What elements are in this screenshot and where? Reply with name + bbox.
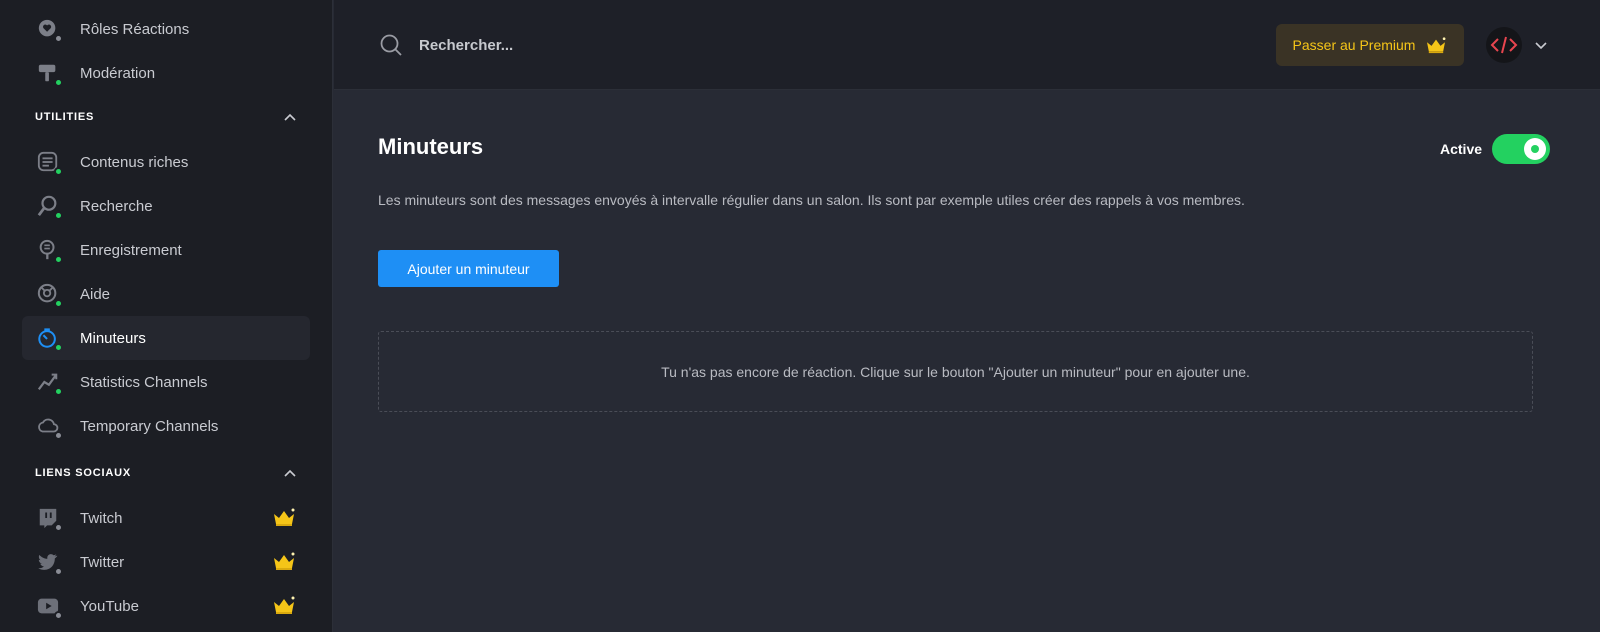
code-icon	[1490, 36, 1518, 54]
sidebar-item-temporary-channels[interactable]: Temporary Channels	[22, 404, 310, 448]
page-description: Les minuteurs sont des messages envoyés …	[378, 192, 1245, 208]
sidebar-item-label: Aide	[80, 285, 111, 303]
empty-state: Tu n'as pas encore de réaction. Clique s…	[378, 331, 1533, 412]
twitter-icon	[36, 550, 63, 576]
section-title: UTILITIES	[35, 111, 95, 123]
sidebar-item-label: Modération	[80, 64, 156, 82]
embed-icon	[36, 150, 63, 176]
sidebar-item-label: Temporary Channels	[80, 417, 219, 435]
chevron-up-icon[interactable]	[283, 110, 297, 124]
twitch-icon	[36, 506, 63, 532]
sidebar-item-statistics-channels[interactable]: Statistics Channels	[22, 360, 310, 404]
hammer-icon	[36, 61, 63, 87]
topbar: Passer au Premium	[334, 0, 1600, 90]
sidebar-item-twitter[interactable]: Twitter	[22, 540, 310, 584]
sidebar-item-enregistrement[interactable]: Enregistrement	[22, 228, 310, 272]
premium-crown-icon	[274, 552, 295, 570]
role-reaction-icon	[36, 17, 63, 43]
empty-state-message: Tu n'as pas encore de réaction. Clique s…	[661, 363, 1250, 380]
premium-crown-icon	[274, 596, 295, 614]
search-input[interactable]	[419, 30, 819, 60]
search-icon	[36, 194, 63, 220]
sidebar-item-contenus-riches[interactable]: Contenus riches	[22, 140, 310, 184]
stats-icon	[36, 370, 63, 396]
sidebar-item-youtube[interactable]: YouTube	[22, 584, 310, 628]
sidebar-item-label: Recherche	[80, 197, 153, 215]
help-icon	[36, 282, 63, 308]
sidebar: Rôles Réactions Modération UTILITIES Con…	[0, 0, 333, 632]
sidebar-item-label: Minuteurs	[80, 329, 146, 347]
sidebar-item-label: Twitch	[80, 509, 123, 527]
sidebar-item-minuteurs[interactable]: Minuteurs	[22, 316, 310, 360]
sidebar-item-recherche[interactable]: Recherche	[22, 184, 310, 228]
toggle-knob	[1524, 138, 1547, 160]
sidebar-item-aide[interactable]: Aide	[22, 272, 310, 316]
user-menu[interactable]	[1486, 24, 1566, 66]
timer-icon	[36, 326, 63, 352]
active-toggle[interactable]	[1492, 134, 1551, 164]
search-icon[interactable]	[379, 33, 403, 57]
sidebar-item-label: Enregistrement	[80, 241, 182, 259]
youtube-icon	[36, 594, 63, 620]
premium-crown-icon	[274, 508, 295, 526]
cloud-icon	[36, 414, 63, 440]
premium-label: Passer au Premium	[1292, 37, 1416, 53]
toggle-label: Active	[1440, 141, 1483, 157]
section-utilities: UTILITIES	[35, 107, 297, 127]
section-title: LIENS SOCIAUX	[35, 467, 131, 479]
sidebar-item-moderation[interactable]: Modération	[22, 51, 310, 95]
active-toggle-group: Active	[1440, 134, 1551, 164]
sidebar-item-label: Rôles Réactions	[80, 20, 190, 38]
record-icon	[36, 238, 63, 264]
chevron-down-icon[interactable]	[1534, 38, 1548, 52]
sidebar-item-label: Statistics Channels	[80, 373, 208, 391]
sidebar-item-twitch[interactable]: Twitch	[22, 496, 310, 540]
crown-icon	[1427, 37, 1446, 54]
section-liens-sociaux: LIENS SOCIAUX	[35, 463, 297, 483]
sidebar-item-label: Twitter	[80, 553, 125, 571]
avatar[interactable]	[1486, 27, 1522, 63]
sidebar-item-roles-reactions[interactable]: Rôles Réactions	[22, 7, 310, 51]
sidebar-item-label: Contenus riches	[80, 153, 189, 171]
premium-button[interactable]: Passer au Premium	[1276, 24, 1464, 66]
add-timer-button[interactable]: Ajouter un minuteur	[378, 250, 559, 287]
sidebar-item-label: YouTube	[80, 597, 139, 615]
page-title: Minuteurs	[378, 134, 484, 159]
chevron-up-icon[interactable]	[283, 466, 297, 480]
